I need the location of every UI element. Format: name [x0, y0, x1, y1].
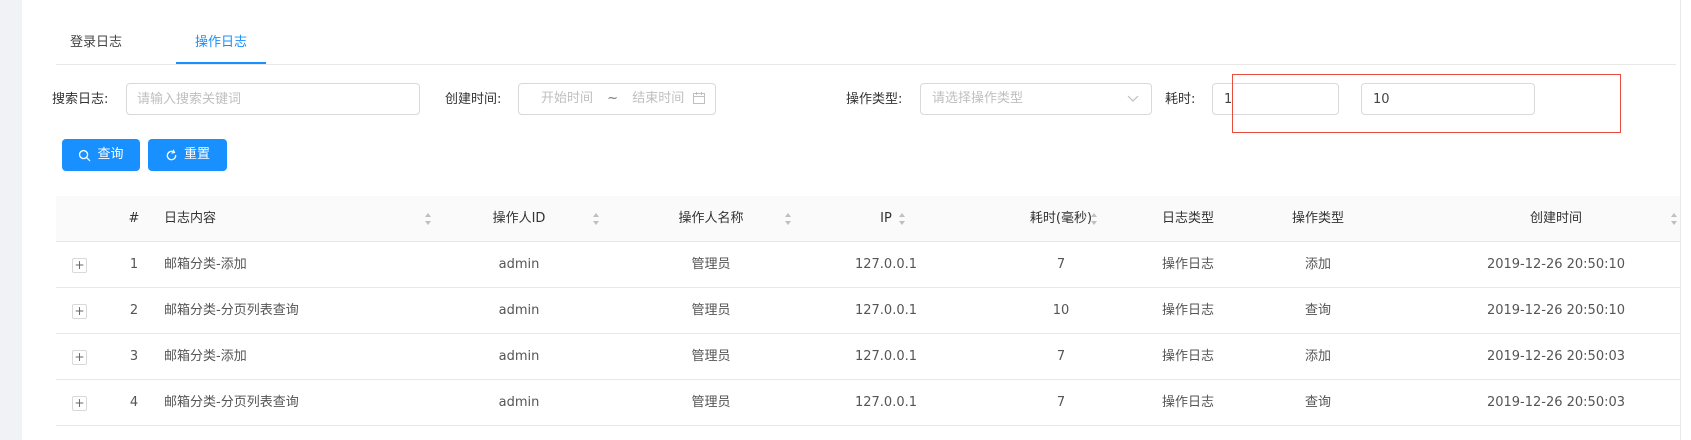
header-content: 日志内容: [164, 211, 217, 226]
duration-label: 耗时:: [1165, 92, 1196, 107]
cell-content: 邮箱分类-添加: [164, 349, 247, 364]
cell-log-type: 操作日志: [1161, 257, 1214, 272]
cell-created-time: 2019-12-26 20:50:03: [1486, 349, 1626, 364]
header-operator-id: 操作人ID: [492, 211, 546, 226]
cell-index: 4: [129, 395, 139, 410]
cell-operator-id: admin: [498, 395, 540, 410]
sort-icon[interactable]: [424, 212, 432, 226]
expand-row-button[interactable]: +: [72, 304, 87, 319]
query-button[interactable]: 查询: [62, 139, 140, 171]
cell-ip: 127.0.0.1: [854, 349, 918, 364]
operation-type-placeholder: 请选择操作类型: [932, 91, 1024, 106]
reset-button[interactable]: 重置: [148, 139, 227, 171]
header-operator-name: 操作人名称: [678, 211, 744, 226]
cell-operation-type: 添加: [1304, 349, 1331, 364]
cell-content: 邮箱分类-分页列表查询: [164, 303, 299, 318]
start-time-placeholder[interactable]: 开始时间: [541, 91, 593, 106]
cell-ip: 127.0.0.1: [854, 257, 918, 272]
header-duration: 耗时(毫秒): [1029, 211, 1093, 226]
cell-operator-name: 管理员: [691, 349, 731, 364]
page-left-gutter: [0, 0, 22, 440]
cell-log-type: 操作日志: [1161, 395, 1214, 410]
sort-icon[interactable]: [592, 212, 600, 226]
cell-duration: 10: [1052, 303, 1070, 318]
log-tabs: 登录日志 操作日志: [56, 26, 266, 64]
cell-created-time: 2019-12-26 20:50:03: [1486, 395, 1626, 410]
sort-icon[interactable]: [1670, 212, 1678, 226]
cell-index: 1: [129, 257, 139, 272]
cell-operator-id: admin: [498, 303, 540, 318]
cell-duration: 7: [1056, 349, 1066, 364]
reset-button-label: 重置: [183, 147, 210, 162]
search-log-field: [126, 83, 420, 115]
page-right-edge: [1680, 0, 1681, 440]
cell-operation-type: 添加: [1304, 257, 1331, 272]
cell-operator-name: 管理员: [691, 257, 731, 272]
cell-operator-name: 管理员: [691, 395, 731, 410]
tab-operation-log[interactable]: 操作日志: [176, 26, 266, 64]
range-separator: ~: [607, 91, 619, 106]
query-button-label: 查询: [97, 147, 124, 162]
expand-row-button[interactable]: +: [72, 258, 87, 273]
header-operation-type: 操作类型: [1291, 211, 1344, 226]
expand-row-button[interactable]: +: [72, 350, 87, 365]
cell-operator-id: admin: [498, 257, 540, 272]
search-log-input[interactable]: [137, 84, 419, 114]
end-time-placeholder[interactable]: 结束时间: [632, 91, 684, 106]
search-log-label: 搜索日志:: [52, 92, 109, 107]
cell-content: 邮箱分类-分页列表查询: [164, 395, 299, 410]
sort-icon[interactable]: [784, 212, 792, 226]
expand-row-button[interactable]: +: [72, 396, 87, 411]
cell-operation-type: 查询: [1304, 303, 1331, 318]
cell-duration: 7: [1056, 395, 1066, 410]
cell-created-time: 2019-12-26 20:50:10: [1486, 257, 1626, 272]
reload-icon: [166, 149, 177, 160]
header-log-type: 日志类型: [1161, 211, 1214, 226]
cell-content: 邮箱分类-添加: [164, 257, 247, 272]
sort-icon[interactable]: [1090, 212, 1098, 226]
table-row[interactable]: + 3 邮箱分类-添加 admin 管理员 127.0.0.1 7 操作日志 添…: [56, 334, 1680, 380]
cell-ip: 127.0.0.1: [854, 303, 918, 318]
cell-operation-type: 查询: [1304, 395, 1331, 410]
operation-type-select[interactable]: 请选择操作类型: [920, 83, 1152, 115]
cell-log-type: 操作日志: [1161, 349, 1214, 364]
sort-icon[interactable]: [898, 212, 906, 226]
header-index: #: [128, 211, 140, 226]
created-time-label: 创建时间:: [445, 92, 502, 107]
table-row[interactable]: + 2 邮箱分类-分页列表查询 admin 管理员 127.0.0.1 10 操…: [56, 288, 1680, 334]
search-icon: [79, 149, 91, 161]
cell-operator-id: admin: [498, 349, 540, 364]
cell-index: 3: [129, 349, 139, 364]
chevron-down-icon: [1127, 95, 1139, 102]
table-row[interactable]: + 1 邮箱分类-添加 admin 管理员 127.0.0.1 7 操作日志 添…: [56, 242, 1680, 288]
operation-type-label: 操作类型:: [846, 92, 903, 107]
tab-login-log[interactable]: 登录日志: [56, 26, 176, 64]
cell-created-time: 2019-12-26 20:50:10: [1486, 303, 1626, 318]
cell-ip: 127.0.0.1: [854, 395, 918, 410]
table-header: # 日志内容 操作人ID 操作人名称 IP 耗时(毫秒) 日志类型 操作类型 创…: [56, 196, 1680, 242]
tabs-divider: [56, 64, 1676, 65]
duration-highlight-box: [1232, 74, 1621, 133]
table-row[interactable]: + 4 邮箱分类-分页列表查询 admin 管理员 127.0.0.1 7 操作…: [56, 380, 1680, 426]
calendar-icon: [693, 92, 705, 104]
header-ip: IP: [880, 211, 892, 226]
cell-duration: 7: [1056, 257, 1066, 272]
cell-operator-name: 管理员: [691, 303, 731, 318]
header-created-time: 创建时间: [1529, 211, 1582, 226]
cell-index: 2: [129, 303, 139, 318]
created-time-range-picker[interactable]: 开始时间 ~ 结束时间: [518, 83, 716, 115]
cell-log-type: 操作日志: [1161, 303, 1214, 318]
